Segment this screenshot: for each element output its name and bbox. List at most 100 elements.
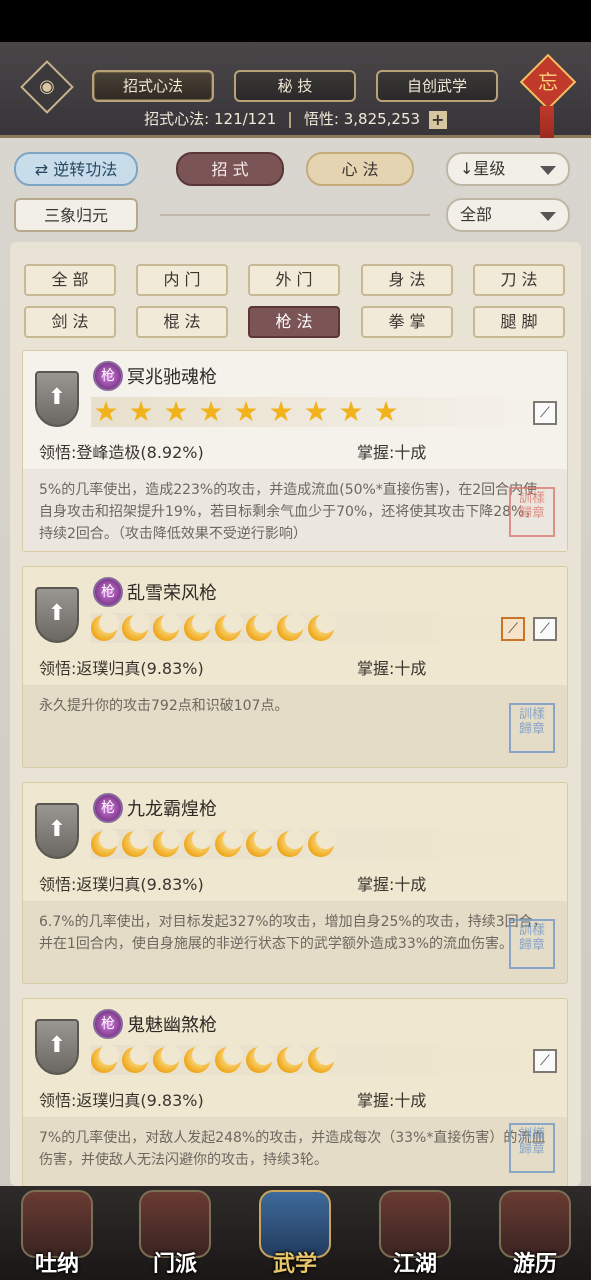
- mastery-value: 十成: [394, 1091, 427, 1110]
- spear-gem-icon: 枪: [93, 361, 123, 391]
- skill-description: 5%的几率使出，造成223%的攻击，并造成流血(50%*直接伤害)，在2回合内使…: [23, 469, 567, 551]
- nav-travel[interactable]: 游历: [490, 1190, 580, 1280]
- comprehension-value: 返璞归真(9.83%): [76, 1091, 204, 1110]
- moon-icon: [91, 613, 119, 641]
- skill-name: 鬼魅幽煞枪: [127, 1015, 217, 1036]
- spear-gem-icon: 枪: [93, 1009, 123, 1039]
- moon-icon: [308, 1045, 336, 1073]
- add-insight-icon[interactable]: +: [428, 110, 447, 129]
- filter-leg[interactable]: 腿 脚: [473, 306, 565, 338]
- moon-icon: [91, 829, 119, 857]
- filter-movement[interactable]: 身 法: [361, 264, 453, 296]
- skill-name: 乱雪荣风枪: [127, 583, 217, 604]
- spear-type-icon[interactable]: ⟋: [533, 1049, 557, 1073]
- arrow-down-icon: ↓: [460, 159, 474, 178]
- moon-icon: [215, 829, 243, 857]
- upgrade-shield-icon[interactable]: ⬆: [35, 371, 79, 427]
- skill-card[interactable]: ⬆ 枪 乱雪荣风枪 ⟋ ⟋ 领悟:返璞归真(9.83%) 掌握:十成 永久提升你…: [22, 566, 568, 768]
- spear-gem-icon: 枪: [93, 577, 123, 607]
- filter-blade[interactable]: 刀 法: [473, 264, 565, 296]
- moon-icon: [246, 1045, 274, 1073]
- comprehension-value: 返璞归真(9.83%): [76, 659, 204, 678]
- mastery-label: 掌握:: [357, 875, 395, 894]
- three-elements-button[interactable]: 三象归元: [14, 198, 138, 232]
- insight-value: 3,825,253: [343, 110, 421, 128]
- filter-spear[interactable]: 枪 法: [248, 306, 340, 338]
- star-icon: ★: [128, 395, 154, 428]
- mastery-label: 掌握:: [357, 659, 395, 678]
- filter-outer[interactable]: 外 门: [248, 264, 340, 296]
- status-bar: [0, 0, 591, 42]
- comprehension-label: 领悟:: [39, 659, 77, 678]
- filter-fist[interactable]: 拳 掌: [361, 306, 453, 338]
- star-icon: ★: [373, 395, 399, 428]
- moon-icon: [277, 613, 305, 641]
- moves-value: 121/121: [213, 110, 277, 128]
- nav-sect[interactable]: 门派: [130, 1190, 220, 1280]
- stats-divider: [289, 111, 292, 128]
- comprehension-label: 领悟:: [39, 443, 77, 462]
- skill-list[interactable]: 全 部 内 门 外 门 身 法 刀 法 剑 法 棍 法 枪 法 拳 掌 腿 脚 …: [10, 242, 581, 1186]
- star-icon: ★: [233, 395, 259, 428]
- tab-custom-arts[interactable]: 自创武学: [376, 70, 498, 102]
- filter-select[interactable]: 全部: [446, 198, 570, 232]
- reverse-arts-button[interactable]: ⇄ 逆转功法: [14, 152, 138, 186]
- moon-icon: [184, 613, 212, 641]
- seal-stamp: 訓樣 歸章: [509, 1123, 555, 1173]
- moon-icon: [122, 829, 150, 857]
- comprehension-value: 返璞归真(9.83%): [76, 875, 204, 894]
- filter-sword[interactable]: 剑 法: [24, 306, 116, 338]
- star-icon: ★: [338, 395, 364, 428]
- moon-icon: [277, 829, 305, 857]
- filter-inner[interactable]: 内 门: [136, 264, 228, 296]
- skill-description: 6.7%的几率使出，对目标发起327%的攻击，增加自身25%的攻击，持续3回合，…: [23, 901, 567, 983]
- upgrade-shield-icon[interactable]: ⬆: [35, 587, 79, 643]
- moon-icon: [308, 613, 336, 641]
- mastery-value: 十成: [394, 659, 427, 678]
- moon-icon: [184, 1045, 212, 1073]
- moon-icon: [246, 613, 274, 641]
- moon-icon: [153, 1045, 181, 1073]
- filter-select-value: 全部: [460, 205, 493, 224]
- tab-secret-skills[interactable]: 秘 技: [234, 70, 356, 102]
- rating-bar: [91, 829, 541, 859]
- skill-card[interactable]: ⬆ 枪 九龙霸煌枪 领悟:返璞归真(9.83%) 掌握:十成 6.7%的几率使出…: [22, 782, 568, 984]
- swap-icon: ⇄: [34, 160, 54, 179]
- seal-stamp: 訓樣 歸章: [509, 919, 555, 969]
- moon-icon: [91, 1045, 119, 1073]
- star-icon: ★: [198, 395, 224, 428]
- tab-moves[interactable]: 招 式: [176, 152, 284, 186]
- skill-card[interactable]: ⬆ 枪 鬼魅幽煞枪 ⟋ 领悟:返璞归真(9.83%) 掌握:十成 7%的几率使出…: [22, 998, 568, 1186]
- moon-icon: [277, 1045, 305, 1073]
- skill-card[interactable]: ⬆ 枪 冥兆驰魂枪 ★ ★ ★ ★ ★ ★ ★ ★ ★ ⟋ 领悟:登峰造极(8.92%) 掌握:…: [22, 350, 568, 552]
- sort-select[interactable]: ↓星级: [446, 152, 570, 186]
- upgrade-shield-icon[interactable]: ⬆: [35, 803, 79, 859]
- spear-type-icon[interactable]: ⟋: [533, 617, 557, 641]
- upgrade-shield-icon[interactable]: ⬆: [35, 1019, 79, 1075]
- tab-mind-arts[interactable]: 心 法: [306, 152, 414, 186]
- rating-bar: [91, 1045, 541, 1075]
- nav-breathing[interactable]: 吐纳: [12, 1190, 102, 1280]
- comprehension-value: 登峰造极(8.92%): [76, 443, 204, 462]
- weapon-type-icon[interactable]: ⟋: [501, 617, 525, 641]
- seal-stamp: 訓樣 歸章: [509, 703, 555, 753]
- bottom-nav: 吐纳 门派 武学 江湖 游历: [0, 1186, 591, 1280]
- moves-label: 招式心法:: [144, 110, 210, 128]
- moon-icon: [122, 1045, 150, 1073]
- chinese-knot-button[interactable]: 忘: [519, 53, 577, 111]
- nav-jianghu[interactable]: 江湖: [370, 1190, 460, 1280]
- skill-description: 永久提升你的攻击792点和识破107点。: [23, 685, 567, 767]
- filter-staff[interactable]: 棍 法: [136, 306, 228, 338]
- skill-description: 7%的几率使出，对敌人发起248%的攻击，并造成每次（33%*直接伤害）的流血伤…: [23, 1117, 567, 1186]
- filter-all[interactable]: 全 部: [24, 264, 116, 296]
- comprehension-label: 领悟:: [39, 875, 77, 894]
- tab-moves-arts[interactable]: 招式心法: [92, 70, 214, 102]
- spear-type-icon[interactable]: ⟋: [533, 401, 557, 425]
- star-icon: ★: [303, 395, 329, 428]
- eye-toggle-button[interactable]: ◉: [20, 60, 74, 114]
- comprehension-label: 领悟:: [39, 1091, 77, 1110]
- sort-select-value: 星级: [473, 159, 506, 178]
- nav-martial-arts[interactable]: 武学: [250, 1190, 340, 1280]
- mastery-value: 十成: [394, 875, 427, 894]
- mastery-label: 掌握:: [357, 1091, 395, 1110]
